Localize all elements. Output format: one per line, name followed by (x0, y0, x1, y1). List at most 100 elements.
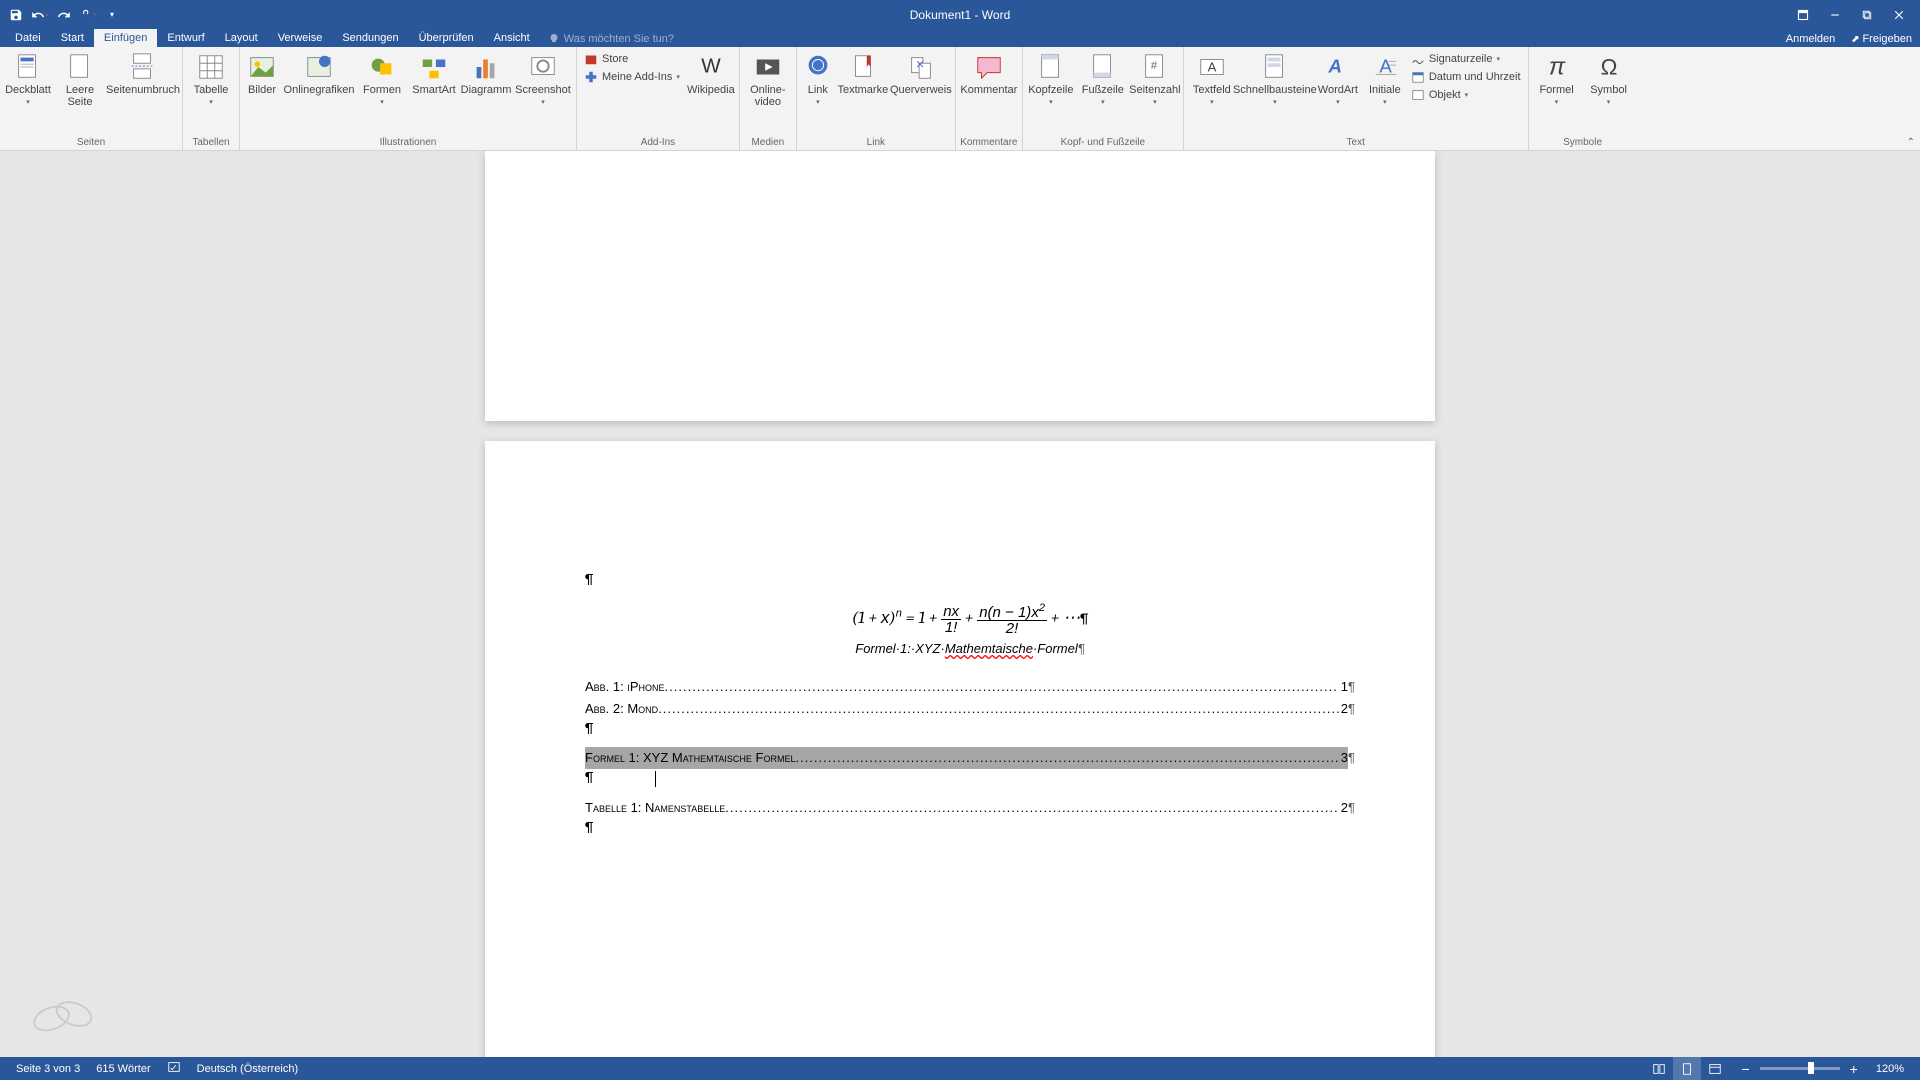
ribbon-options-button[interactable] (1787, 2, 1819, 27)
quick-access-toolbar: ▾ ▾ ▾ (5, 4, 123, 26)
zoom-slider[interactable] (1760, 1067, 1840, 1070)
bookmark-button[interactable]: Textmarke (838, 50, 888, 98)
chart-button[interactable]: Diagramm (461, 50, 511, 98)
zoom-out-button[interactable]: − (1737, 1061, 1753, 1077)
symbol-button[interactable]: ΩSymbol▾ (1584, 50, 1634, 108)
share-button[interactable]: ⬈ Freigeben (1843, 31, 1920, 47)
screenshot-button[interactable]: Screenshot▾ (513, 50, 573, 108)
read-mode-button[interactable] (1645, 1057, 1673, 1080)
collapse-ribbon-button[interactable]: ⌃ (1907, 137, 1915, 148)
group-links: Link▾ Textmarke Querverweis Link (797, 47, 956, 150)
textbox-button[interactable]: ATextfeld▾ (1187, 50, 1237, 108)
close-button[interactable] (1883, 2, 1915, 27)
page-indicator[interactable]: Seite 3 von 3 (8, 1063, 88, 1075)
tab-file[interactable]: Datei (5, 29, 51, 47)
comment-button[interactable]: Kommentar (959, 50, 1019, 98)
tof-entry-2[interactable]: Abb. 2: Mond2¶ (585, 698, 1355, 720)
paragraph-mark: ¶ (585, 819, 1355, 836)
save-button[interactable] (5, 4, 27, 26)
page-current[interactable]: ¶ (1 + x)n = 1 + nx1! + n(n − 1)x22! + ⋯… (485, 441, 1435, 1057)
group-illustrations-label: Illustrationen (243, 135, 573, 150)
svg-text:A: A (1207, 60, 1216, 75)
paragraph-mark: ¶ (585, 571, 1355, 588)
group-symbols: πFormel▾ ΩSymbol▾ Symbole (1529, 47, 1637, 150)
smartart-button[interactable]: SmartArt (409, 50, 459, 98)
tab-insert[interactable]: Einfügen (94, 29, 157, 47)
tof-entry-3[interactable]: Tabelle 1: Namenstabelle2¶ (585, 797, 1355, 819)
tab-view[interactable]: Ansicht (484, 29, 540, 47)
store-button[interactable]: Store (580, 50, 684, 68)
dropcap-button[interactable]: AInitiale▾ (1365, 50, 1405, 108)
tof-entry-1[interactable]: Abb. 1: iPhone1¶ (585, 676, 1355, 698)
window-controls (1787, 2, 1915, 27)
spellcheck-button[interactable] (159, 1060, 189, 1077)
window-title: Dokument1 - Word (910, 8, 1010, 22)
equation-caption[interactable]: Formel·1:·XYZ·Mathemtaische·Formel¶ (585, 641, 1355, 656)
zoom-percent[interactable]: 120% (1868, 1063, 1912, 1075)
online-video-button[interactable]: Online-video (743, 50, 793, 110)
sigline-button[interactable]: Signaturzeile ▾ (1407, 50, 1525, 68)
group-tables-label: Tabellen (186, 135, 236, 150)
undo-button[interactable]: ▾ (29, 4, 51, 26)
web-layout-button[interactable] (1701, 1057, 1729, 1080)
customize-qat-button[interactable]: ▾ (101, 4, 123, 26)
group-media-label: Medien (743, 135, 793, 150)
tab-start[interactable]: Start (51, 29, 94, 47)
document-area[interactable]: ¶ (1 + x)n = 1 + nx1! + n(n − 1)x22! + ⋯… (0, 151, 1920, 1057)
maximize-button[interactable] (1851, 2, 1883, 27)
tab-design[interactable]: Entwurf (157, 29, 214, 47)
header-button[interactable]: Kopfzeile▾ (1026, 50, 1076, 108)
datetime-button[interactable]: Datum und Uhrzeit (1407, 68, 1525, 86)
svg-text:A: A (1327, 57, 1345, 78)
svg-text:Ω: Ω (1600, 55, 1617, 80)
svg-text:#: # (1151, 60, 1158, 72)
svg-text:π: π (1548, 54, 1565, 81)
svg-text:W: W (701, 55, 721, 78)
view-buttons (1645, 1057, 1729, 1080)
group-addins: Store Meine Add-Ins ▾ WWikipedia Add-Ins (577, 47, 740, 150)
minimize-button[interactable] (1819, 2, 1851, 27)
shapes-button[interactable]: Formen▾ (357, 50, 407, 108)
quickparts-button[interactable]: Schnellbausteine▾ (1239, 50, 1311, 108)
cover-page-button[interactable]: Deckblatt▾ (3, 50, 53, 108)
group-tables: Tabelle▾ Tabellen (183, 47, 240, 150)
pictures-button[interactable]: Bilder (243, 50, 281, 98)
crossref-button[interactable]: Querverweis (890, 50, 952, 98)
link-button[interactable]: Link▾ (800, 50, 836, 108)
touch-mode-button[interactable]: ▾ (77, 4, 99, 26)
tab-layout[interactable]: Layout (215, 29, 268, 47)
my-addins-button[interactable]: Meine Add-Ins ▾ (580, 68, 684, 86)
blank-page-button[interactable]: Leere Seite (55, 50, 105, 110)
tell-me-search[interactable]: Was möchten Sie tun? (540, 31, 682, 47)
group-symbols-label: Symbole (1532, 135, 1634, 150)
pagenum-button[interactable]: #Seitenzahl▾ (1130, 50, 1180, 108)
group-addins-label: Add-Ins (580, 135, 736, 150)
zoom-control: − + 120% (1737, 1061, 1912, 1077)
tab-review[interactable]: Überprüfen (409, 29, 484, 47)
group-headerfooter-label: Kopf- und Fußzeile (1026, 135, 1180, 150)
language-indicator[interactable]: Deutsch (Österreich) (189, 1063, 306, 1075)
word-count[interactable]: 615 Wörter (88, 1063, 158, 1075)
footer-button[interactable]: Fußzeile▾ (1078, 50, 1128, 108)
paragraph-mark: ¶ (585, 769, 1355, 787)
equation-display[interactable]: (1 + x)n = 1 + nx1! + n(n − 1)x22! + ⋯¶ (585, 603, 1355, 636)
group-links-label: Link (800, 135, 952, 150)
table-button[interactable]: Tabelle▾ (186, 50, 236, 108)
object-button[interactable]: Objekt ▾ (1407, 86, 1525, 104)
page-break-button[interactable]: Seitenumbruch (107, 50, 179, 98)
wordart-button[interactable]: AWordArt▾ (1313, 50, 1363, 108)
tab-mailings[interactable]: Sendungen (332, 29, 408, 47)
tab-references[interactable]: Verweise (268, 29, 333, 47)
equation-button[interactable]: πFormel▾ (1532, 50, 1582, 108)
page-prev (485, 151, 1435, 421)
tof-entry-selected[interactable]: Formel 1: XYZ Mathemtaische Formel3¶ (585, 747, 1355, 769)
group-illustrations: Bilder Onlinegrafiken Formen▾ SmartArt D… (240, 47, 577, 150)
redo-button[interactable] (53, 4, 75, 26)
online-pictures-button[interactable]: Onlinegrafiken (283, 50, 355, 98)
wikipedia-button[interactable]: WWikipedia (686, 50, 736, 98)
group-pages: Deckblatt▾ Leere Seite Seitenumbruch Sei… (0, 47, 183, 150)
signin-button[interactable]: Anmelden (1778, 31, 1844, 47)
print-layout-button[interactable] (1673, 1057, 1701, 1080)
zoom-in-button[interactable]: + (1846, 1061, 1862, 1077)
group-media: Online-video Medien (740, 47, 797, 150)
